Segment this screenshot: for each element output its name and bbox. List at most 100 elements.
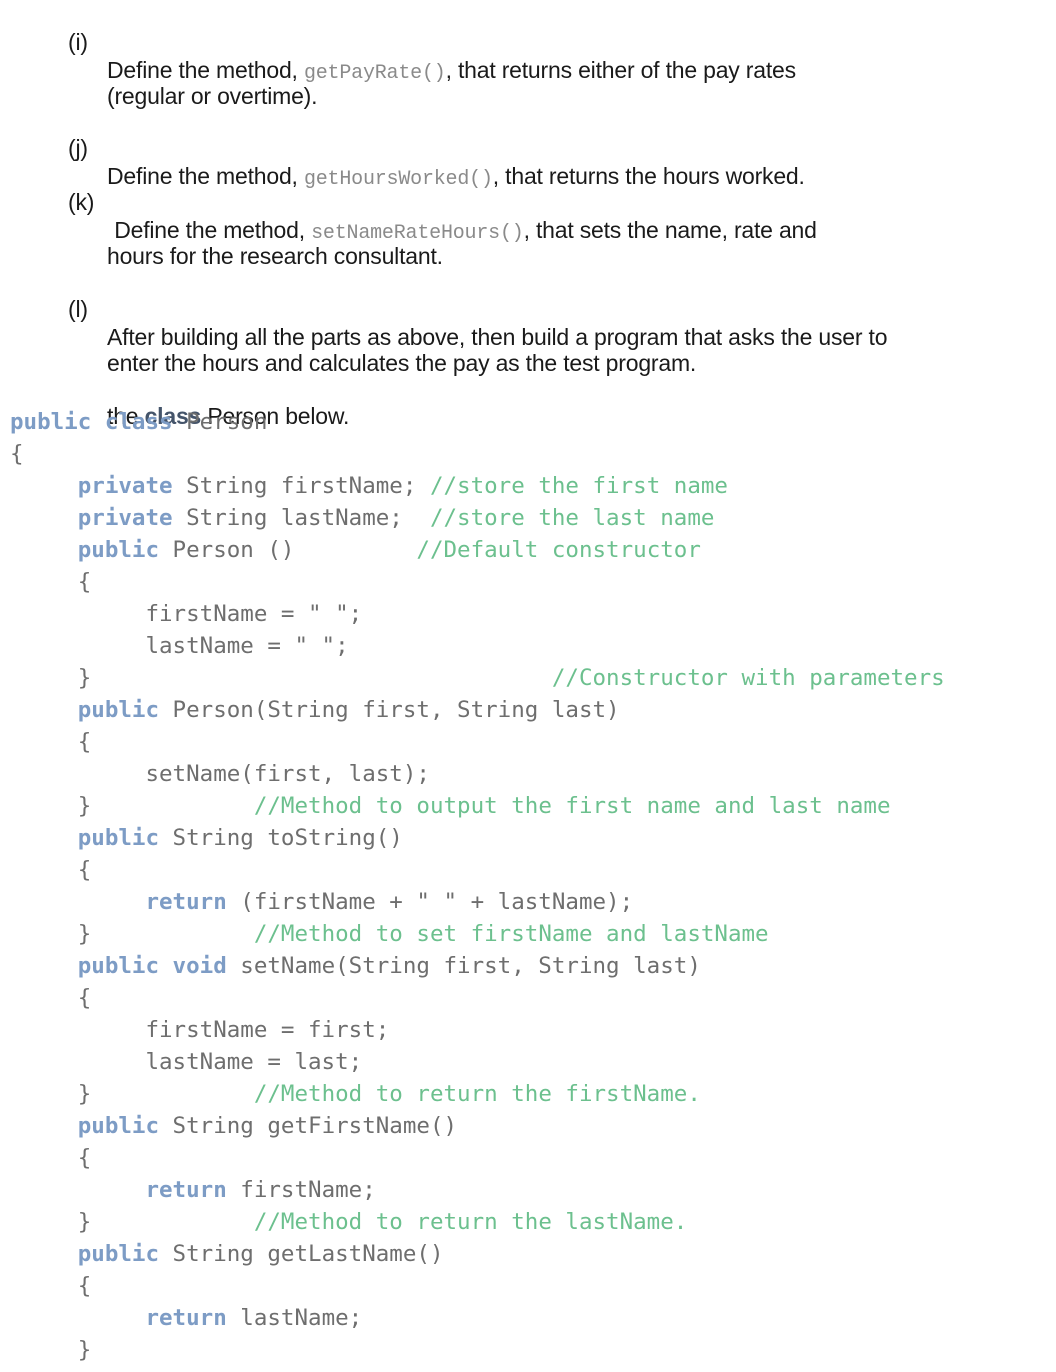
code-line: } //Method to output the first name and … xyxy=(10,790,945,822)
code-line: lastName = " "; xyxy=(10,630,945,662)
code-line: { xyxy=(10,566,945,598)
code-line: } //Method to return the firstName. xyxy=(10,1078,945,1110)
code-line: { xyxy=(10,854,945,886)
code-line: firstName = " "; xyxy=(10,598,945,630)
code-line: public void setName(String first, String… xyxy=(10,950,945,982)
instruction-text: (regular or overtime). xyxy=(107,83,318,109)
code-text: { xyxy=(10,1273,92,1299)
code-comment: //Method to return the firstName. xyxy=(253,1081,701,1107)
code-text: } xyxy=(10,1081,254,1107)
code-text: { xyxy=(10,857,92,883)
code-text: String toString() xyxy=(159,825,403,851)
code-line: { xyxy=(10,1142,945,1174)
code-text: Person(String first, String last) xyxy=(159,697,620,723)
item-label: (l) xyxy=(68,296,88,322)
code-comment: //store the first name xyxy=(429,473,728,499)
code-keyword: return xyxy=(145,889,227,915)
code-keyword: private xyxy=(77,473,173,499)
code-line: lastName = last; xyxy=(10,1046,945,1078)
code-line: { xyxy=(10,726,945,758)
code-line: public Person(String first, String last) xyxy=(10,694,945,726)
code-line: { xyxy=(10,982,945,1014)
code-text: String getLastName() xyxy=(159,1241,444,1267)
code-comment: //Constructor with parameters xyxy=(551,665,945,691)
code-text: } xyxy=(10,1337,92,1363)
code-text: setName(String first, String last) xyxy=(226,953,701,979)
code-block: public class Person { private String firs… xyxy=(10,406,945,1366)
item-label: (j) xyxy=(68,135,88,161)
text: , that sets the name, rate and xyxy=(523,217,817,243)
code-text: } xyxy=(10,665,552,691)
code-line: { xyxy=(10,1270,945,1302)
text: , that returns either of the pay rates xyxy=(445,57,797,83)
text: Define the method, xyxy=(107,57,304,83)
code-comment: //store the last name xyxy=(429,505,715,531)
code-keyword: return xyxy=(145,1305,227,1331)
code-keyword: private xyxy=(77,505,173,531)
code-line: return lastName; xyxy=(10,1302,945,1334)
instruction-text: enter the hours and calculates the pay a… xyxy=(107,350,697,376)
text: Define the method, xyxy=(107,163,304,189)
code-text: firstName = " "; xyxy=(10,601,363,627)
code-line: public Person () //Default constructor xyxy=(10,534,945,566)
code-line: private String lastName; //store the las… xyxy=(10,502,945,534)
code-comment: //Method to return the lastName. xyxy=(253,1209,688,1235)
code-text: firstName = first; xyxy=(10,1017,390,1043)
code-text: String lastName; xyxy=(172,505,430,531)
code-line: private String firstName; //store the fi… xyxy=(10,470,945,502)
code-text: setName(first, last); xyxy=(10,761,430,787)
code-line: } //Constructor with parameters xyxy=(10,662,945,694)
code-line: return firstName; xyxy=(10,1174,945,1206)
code-line: public String getLastName() xyxy=(10,1238,945,1270)
code-line: public class Person xyxy=(10,406,945,438)
code-comment: //Default constructor xyxy=(416,537,701,563)
instruction-text: hours for the research consultant. xyxy=(107,243,443,269)
code-line: } //Method to set firstName and lastName xyxy=(10,918,945,950)
code-line: firstName = first; xyxy=(10,1014,945,1046)
item-label: (i) xyxy=(68,29,88,55)
code-keyword: public xyxy=(77,1113,160,1139)
text: , that returns the hours worked. xyxy=(492,163,805,189)
code-text: { xyxy=(10,1145,92,1171)
code-line: public String getFirstName() xyxy=(10,1110,945,1142)
code-text: (firstName + " " + lastName); xyxy=(226,889,634,915)
code-text: lastName = " "; xyxy=(10,633,349,659)
code-keyword: public xyxy=(77,1241,160,1267)
code-line: } xyxy=(10,1334,945,1366)
code-line: } //Method to return the lastName. xyxy=(10,1206,945,1238)
inline-code: getPayRate() xyxy=(303,62,446,85)
code-keyword: public xyxy=(77,825,160,851)
code-text: } xyxy=(10,793,254,819)
code-keyword: return xyxy=(145,1177,227,1203)
code-comment: //Method to output the first name and la… xyxy=(253,793,891,819)
code-text: { xyxy=(10,729,92,755)
code-line: setName(first, last); xyxy=(10,758,945,790)
code-keyword: public xyxy=(77,697,160,723)
code-keyword: public void xyxy=(77,953,227,979)
code-text: } xyxy=(10,1209,254,1235)
code-line: { xyxy=(10,438,945,470)
item-label: (k) xyxy=(68,189,95,215)
code-keyword: public xyxy=(77,537,160,563)
code-line: public String toString() xyxy=(10,822,945,854)
code-line: return (firstName + " " + lastName); xyxy=(10,886,945,918)
code-text: String firstName; xyxy=(172,473,430,499)
code-text: lastName = last; xyxy=(10,1049,363,1075)
code-text: firstName; xyxy=(226,1177,376,1203)
code-text: Person () xyxy=(159,537,417,563)
code-text: { xyxy=(10,441,24,467)
instruction-text: Define the method, getHoursWorked(), tha… xyxy=(107,162,805,194)
text: Define the method, xyxy=(108,217,312,243)
code-comment: //Method to set firstName and lastName xyxy=(253,921,769,947)
code-text: lastName; xyxy=(226,1305,363,1331)
code-text: { xyxy=(10,985,92,1011)
